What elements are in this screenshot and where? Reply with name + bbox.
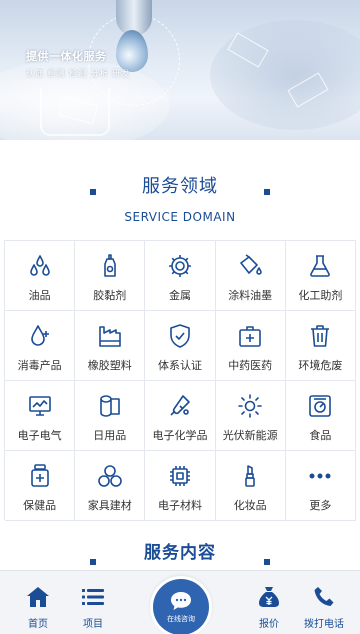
food-scale-icon <box>309 395 332 417</box>
disinfect-drop-icon <box>30 325 49 346</box>
nav-call-label: 拨打电话 <box>304 619 344 630</box>
nav-call[interactable]: 拨打电话 <box>294 585 354 630</box>
service-item-oil[interactable]: 油品 <box>5 241 76 311</box>
nav-home-label: 首页 <box>28 619 48 630</box>
paint-bucket-icon <box>240 254 262 275</box>
service-item-cosmetics[interactable]: 化妆品 <box>215 451 286 521</box>
nav-home[interactable]: 首页 <box>8 585 68 630</box>
home-icon <box>27 587 49 607</box>
online-consult-button[interactable]: 在线咨询 <box>150 576 212 634</box>
nav-projects[interactable]: 项目 <box>63 585 123 630</box>
lipstick-icon <box>245 465 255 487</box>
service-item-label: 更多 <box>309 499 332 512</box>
banner-subtitle: 认证 检测 检测 分析 研发 <box>26 69 131 78</box>
chip-icon <box>169 466 190 486</box>
service-item-label: 涂料油墨 <box>228 289 273 302</box>
hero-banner[interactable]: 提供一体化服务 认证 检测 检测 分析 研发 <box>0 0 360 140</box>
service-item-food[interactable]: 食品 <box>285 381 356 451</box>
service-item-label: 食品 <box>309 429 332 442</box>
money-bag-icon <box>259 587 279 607</box>
section-title: 服务领域 <box>142 176 218 197</box>
service-item-label: 油品 <box>28 289 51 302</box>
tissue-roll-icon <box>99 395 120 417</box>
supplement-jar-icon <box>30 464 49 487</box>
service-item-label: 化工助剂 <box>298 289 343 302</box>
oil-drops-icon <box>29 255 50 276</box>
service-item-daily[interactable]: 日用品 <box>75 381 146 451</box>
medical-kit-icon <box>239 326 261 347</box>
service-item-label: 胶黏剂 <box>93 289 127 302</box>
nav-price-label: 报价 <box>259 619 279 630</box>
service-item-label: 电子电气 <box>17 429 62 442</box>
service-item-electronics[interactable]: 电子电气 <box>5 381 76 451</box>
service-item-metal[interactable]: 金属 <box>145 241 216 311</box>
shield-check-icon <box>170 324 190 348</box>
service-item-disinfect[interactable]: 消毒产品 <box>5 311 76 381</box>
service-content-header: 服务内容 <box>0 538 360 563</box>
flask-icon <box>310 255 331 277</box>
service-item-health[interactable]: 保健品 <box>5 451 76 521</box>
trash-bin-icon <box>311 325 330 347</box>
service-item-rubber[interactable]: 橡胶塑料 <box>75 311 146 381</box>
service-item-label: 金属 <box>168 289 191 302</box>
nav-projects-label: 项目 <box>83 619 103 630</box>
banner-title: 提供一体化服务 <box>26 50 107 63</box>
section-title: 服务内容 <box>144 543 216 563</box>
service-item-more[interactable]: 更多 <box>285 451 356 521</box>
service-item-chemical[interactable]: 化工助剂 <box>285 241 356 311</box>
service-item-photovoltaic[interactable]: 光伏新能源 <box>215 381 286 451</box>
service-item-furniture[interactable]: 家具建材 <box>75 451 146 521</box>
monitor-icon <box>28 396 51 416</box>
online-consult-inner: 在线咨询 <box>153 579 209 634</box>
chat-bubble-icon <box>171 591 191 610</box>
service-item-label: 橡胶塑料 <box>87 359 132 372</box>
service-item-label: 电子化学品 <box>152 429 208 442</box>
service-item-label: 中药医药 <box>228 359 273 372</box>
service-item-e-materials[interactable]: 电子材料 <box>145 451 216 521</box>
service-item-label: 体系认证 <box>157 359 202 372</box>
nav-price[interactable]: 报价 <box>239 585 299 630</box>
service-item-label: 日用品 <box>93 429 127 442</box>
more-dots-icon <box>309 473 331 479</box>
service-item-label: 消毒产品 <box>17 359 62 372</box>
online-consult-label: 在线咨询 <box>167 614 195 623</box>
factory-icon <box>98 326 121 347</box>
service-item-label: 光伏新能源 <box>222 429 278 442</box>
service-item-e-chemicals[interactable]: 电子化学品 <box>145 381 216 451</box>
adhesive-bottle-icon <box>103 254 116 277</box>
list-icon <box>82 589 104 605</box>
section-subtitle: SERVICE DOMAIN <box>124 210 236 224</box>
service-item-label: 环境危废 <box>298 359 343 372</box>
gear-icon <box>168 255 191 277</box>
banner-haze <box>210 20 360 130</box>
service-item-label: 家具建材 <box>87 499 132 512</box>
service-domain-grid: 油品 胶黏剂 金属 涂料油墨 化工助剂 消毒产品 橡胶塑料 体系认证 中药医药 … <box>4 240 356 521</box>
service-item-adhesive[interactable]: 胶黏剂 <box>75 241 146 311</box>
circles-icon <box>97 465 122 487</box>
service-item-environment[interactable]: 环境危废 <box>285 311 356 381</box>
service-item-label: 保健品 <box>23 499 57 512</box>
phone-icon <box>314 587 334 606</box>
sun-icon <box>238 394 262 418</box>
service-item-certification[interactable]: 体系认证 <box>145 311 216 381</box>
test-tubes-icon <box>170 395 190 416</box>
service-item-label: 电子材料 <box>157 499 202 512</box>
service-item-label: 化妆品 <box>233 499 267 512</box>
service-item-medicine[interactable]: 中药医药 <box>215 311 286 381</box>
water-drop-graphic <box>116 30 148 72</box>
service-domain-header: 服务领域 SERVICE DOMAIN <box>0 172 360 224</box>
service-item-paint[interactable]: 涂料油墨 <box>215 241 286 311</box>
beaker-graphic <box>40 88 110 136</box>
